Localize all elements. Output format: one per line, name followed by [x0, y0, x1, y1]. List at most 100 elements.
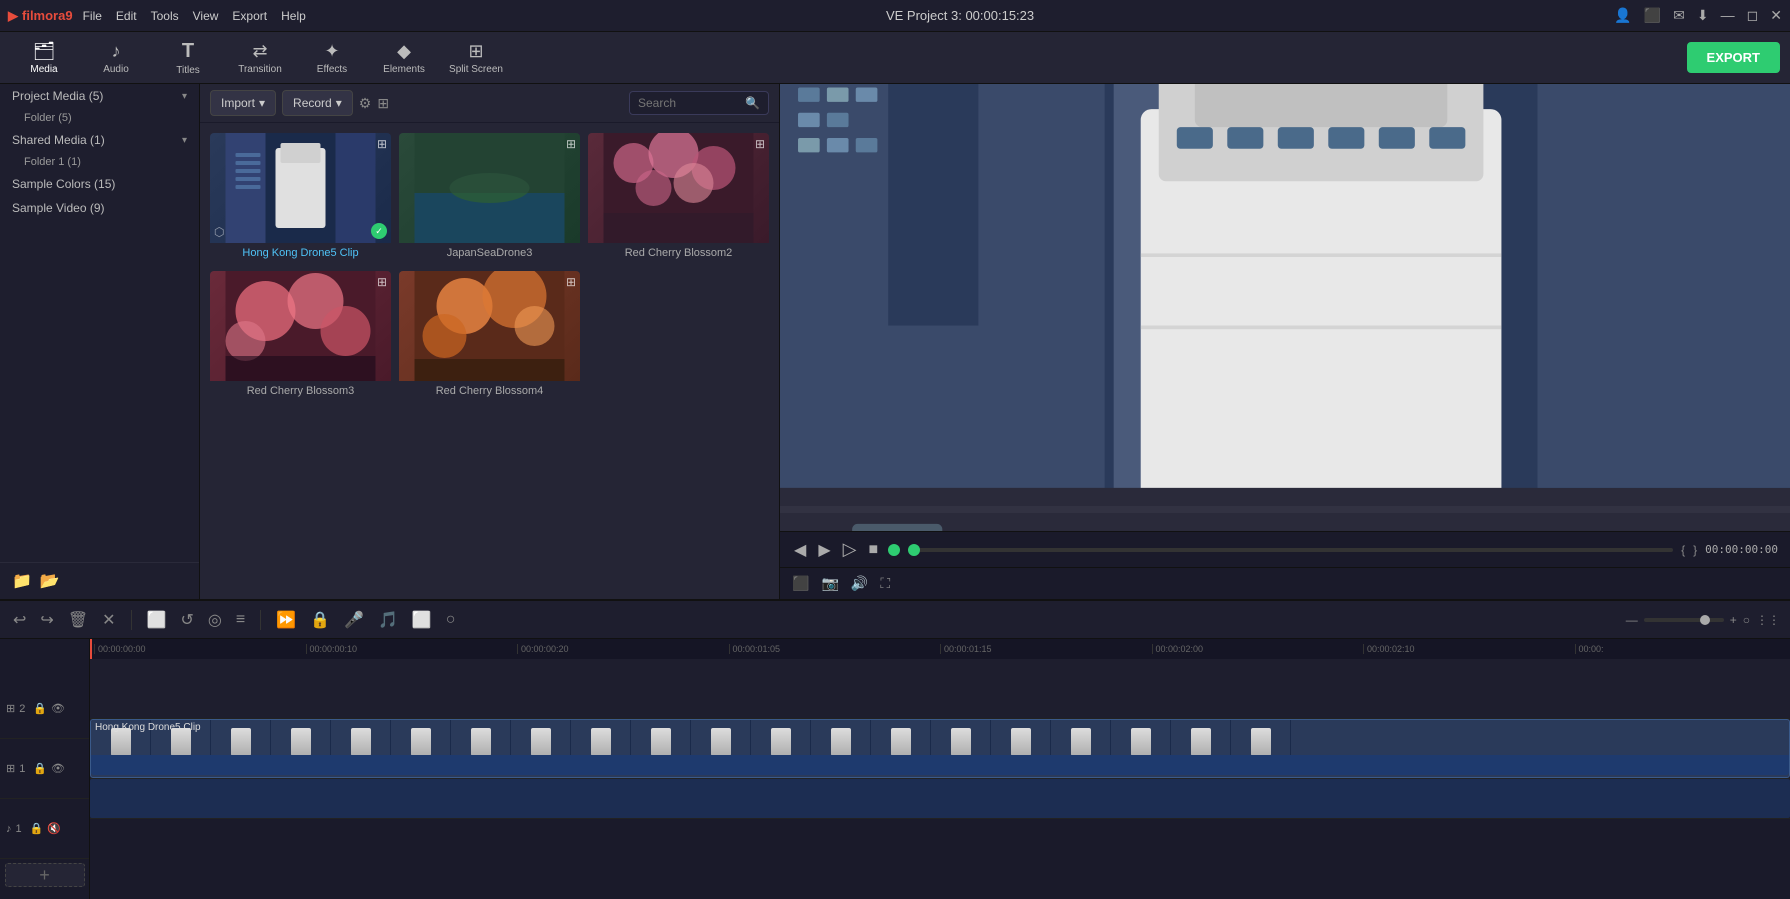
menu-help[interactable]: Help [281, 9, 306, 23]
folder1-item[interactable]: Folder 1 (1) [0, 152, 199, 172]
cut-button[interactable]: ✕ [99, 607, 118, 633]
ruler-mark-0: 00:00:00:00 [94, 644, 306, 654]
toolbar-transition[interactable]: ⇄ Transition [226, 35, 294, 81]
media-item-3[interactable]: ⊞ Red Cherry Blossom2 [588, 133, 769, 263]
thumb-svg-4 [210, 271, 391, 381]
download-icon[interactable]: ⬇ [1697, 7, 1709, 24]
project-media-item[interactable]: Project Media (5) ▾ [0, 84, 199, 108]
media-toolbar: Import ▾ Record ▾ ⚙ ⊞ 🔍 [200, 84, 779, 123]
out-point-icon: } [1693, 543, 1697, 557]
snapshot-button[interactable]: ○ [443, 608, 459, 632]
toolbar-titles[interactable]: T Titles [154, 35, 222, 81]
media-item-5[interactable]: ⊞ Red Cherry Blossom4 [399, 271, 580, 401]
expand-icon-2: ▾ [182, 135, 187, 146]
toolbar-effects[interactable]: ✦ Effects [298, 35, 366, 81]
play-alt-button[interactable]: ▷ [841, 537, 859, 562]
media-item-2[interactable]: ⊞ JapanSeaDrone3 [399, 133, 580, 263]
shared-media-item[interactable]: Shared Media (1) ▾ [0, 128, 199, 152]
media-item-1[interactable]: ⊞ ⬡ ✓ [210, 133, 391, 263]
play-button[interactable]: ▶ [816, 538, 832, 562]
export-button[interactable]: EXPORT [1687, 42, 1780, 73]
search-input[interactable] [638, 96, 741, 110]
menu-view[interactable]: View [193, 9, 219, 23]
voiceover-button[interactable]: 🎤 [341, 607, 367, 633]
media-thumb-4: ⊞ [210, 271, 391, 381]
remove-folder-icon[interactable]: 📂 [40, 571, 60, 591]
store-icon[interactable]: ⬛ [1644, 7, 1661, 24]
folder-item[interactable]: Folder (5) [0, 108, 199, 128]
media-label-2: JapanSeaDrone3 [399, 243, 580, 263]
preview-footer: ⬛ 📷 🔊 ⛶ [780, 567, 1790, 599]
menu-export[interactable]: Export [232, 9, 267, 23]
track-v1-eye-icon[interactable]: 👁 [51, 762, 65, 775]
toolbar-splitscreen[interactable]: ⊞ Split Screen [442, 35, 510, 81]
track-v1[interactable]: Hong Kong Drone5 Clip [90, 719, 1790, 779]
filter-icon[interactable]: ⚙ [359, 95, 372, 112]
media-thumb-3: ⊞ [588, 133, 769, 243]
track-v2[interactable] [90, 659, 1790, 719]
menu-tools[interactable]: Tools [151, 9, 179, 23]
window-title: VE Project 3: 00:00:15:23 [306, 8, 1615, 23]
prev-frame-button[interactable]: ◀ [792, 538, 808, 562]
track-v2-eye-icon[interactable]: 👁 [51, 702, 65, 715]
media-label-4: Red Cherry Blossom3 [210, 381, 391, 401]
volume-button[interactable]: 🔊 [851, 575, 868, 592]
timeline-zoom: — + ○ ⋮⋮ [1626, 613, 1780, 627]
record-button[interactable]: Record ▾ [282, 90, 353, 116]
zoom-out-icon[interactable]: — [1626, 613, 1638, 627]
grid-icon-5: ⊞ [566, 275, 576, 289]
zoom-fit-icon[interactable]: ○ [1743, 613, 1750, 627]
camera-button[interactable]: 📷 [821, 575, 838, 592]
add-track-button[interactable]: + [5, 863, 85, 887]
color-button[interactable]: ◎ [205, 607, 225, 633]
clip-hk-drone[interactable]: Hong Kong Drone5 Clip [90, 719, 1790, 778]
undo-button[interactable]: ↩ [10, 607, 29, 633]
progress-bar[interactable] [908, 548, 1673, 552]
speed-button[interactable]: ⏩ [273, 607, 299, 633]
toolbar-elements[interactable]: ◆ Elements [370, 35, 438, 81]
clip-audio-waveform [91, 755, 1789, 775]
stabilize-button[interactable]: 🔒 [307, 607, 333, 633]
grid-icon-3: ⊞ [755, 137, 765, 151]
maximize-button[interactable]: ◻ [1747, 7, 1759, 24]
title-bar: ▶ filmora9 File Edit Tools View Export H… [0, 0, 1790, 32]
effects-label: Effects [317, 64, 347, 75]
track-a1-lock-icon[interactable]: 🔒 [30, 822, 44, 835]
subtitle-button[interactable]: ⬜ [409, 607, 435, 633]
music-button[interactable]: 🎵 [375, 607, 401, 633]
sample-colors-item[interactable]: Sample Colors (15) [0, 172, 199, 196]
fullscreen-button[interactable]: ⛶ [880, 575, 890, 592]
screenshot-button[interactable]: ⬛ [792, 575, 809, 592]
mail-icon[interactable]: ✉ [1673, 7, 1685, 24]
menu-file[interactable]: File [83, 9, 102, 23]
crop-button[interactable]: ⬜ [144, 607, 170, 633]
toolbar-media[interactable]: 🗂 Media [10, 35, 78, 81]
search-icon[interactable]: 🔍 [745, 96, 760, 110]
minimize-button[interactable]: — [1721, 7, 1735, 24]
media-item-4[interactable]: ⊞ Red Cherry Blossom3 [210, 271, 391, 401]
sample-video-item[interactable]: Sample Video (9) [0, 196, 199, 220]
audio-label: Audio [103, 64, 129, 75]
rotate-button[interactable]: ↺ [177, 607, 196, 633]
track-a1-mute-icon[interactable]: 🔇 [47, 822, 61, 835]
toolbar-audio[interactable]: ♪ Audio [82, 35, 150, 81]
audio-button[interactable]: ≡ [233, 608, 248, 632]
track-v1-lock-icon[interactable]: 🔒 [33, 762, 47, 775]
import-button[interactable]: Import ▾ [210, 90, 276, 116]
timeline-settings-icon[interactable]: ⋮⋮ [1756, 613, 1780, 627]
menu-edit[interactable]: Edit [116, 9, 137, 23]
grid-view-icon[interactable]: ⊞ [377, 95, 389, 112]
delete-button[interactable]: 🗑 [65, 607, 91, 633]
redo-button[interactable]: ↪ [37, 607, 56, 633]
zoom-in-icon[interactable]: + [1730, 613, 1737, 627]
close-button[interactable]: ✕ [1770, 7, 1782, 24]
stop-button[interactable]: ■ [866, 539, 880, 561]
track-v2-lock-icon[interactable]: 🔒 [33, 702, 47, 715]
playhead[interactable] [90, 639, 92, 659]
add-folder-icon[interactable]: 📁 [12, 571, 32, 591]
zoom-slider[interactable] [1644, 618, 1724, 622]
elements-label: Elements [383, 64, 425, 75]
account-icon[interactable]: 👤 [1614, 7, 1631, 24]
track-a1[interactable] [90, 779, 1790, 819]
ruler-mark-7: 00:00: [1575, 644, 1787, 654]
